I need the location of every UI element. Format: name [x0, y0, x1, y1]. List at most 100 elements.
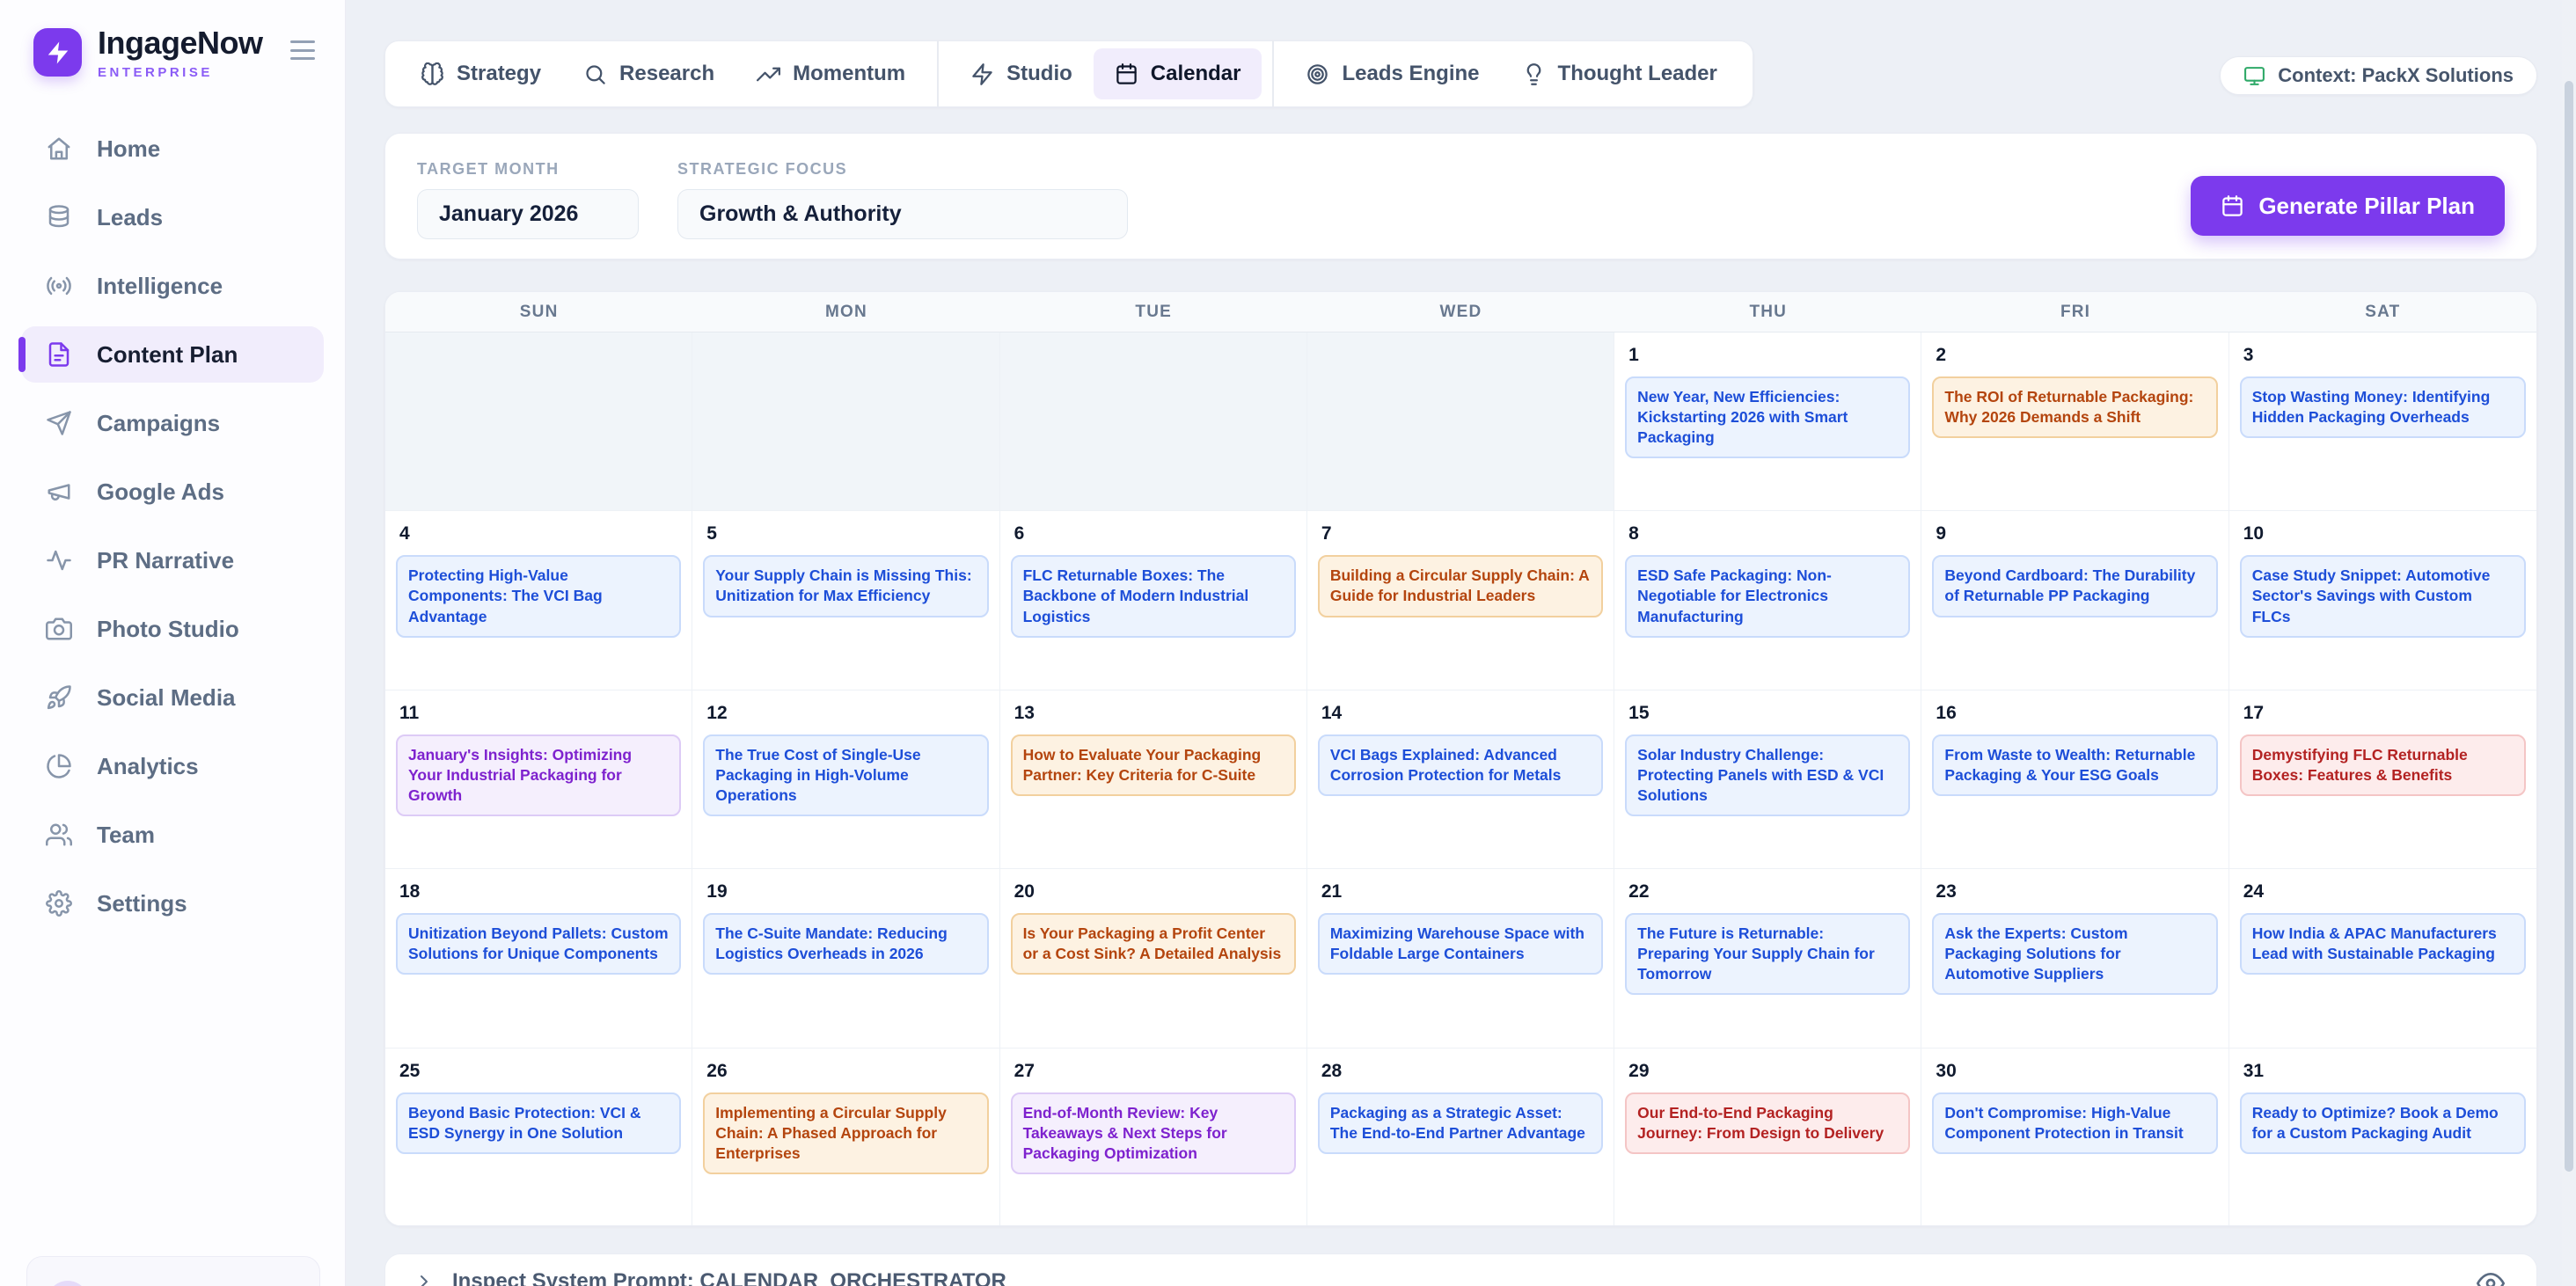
calendar-event[interactable]: Implementing a Circular Supply Chain: A …	[703, 1092, 988, 1174]
calendar-day-cell-13[interactable]: 13How to Evaluate Your Packaging Partner…	[1000, 690, 1307, 869]
sidebar-item-social-media[interactable]: Social Media	[21, 669, 324, 726]
tab-leads-engine[interactable]: Leads Engine	[1284, 48, 1500, 99]
sidebar-item-settings[interactable]: Settings	[21, 875, 324, 932]
tab-strategy[interactable]: Strategy	[399, 48, 562, 99]
user-card[interactable]: User	[26, 1256, 320, 1286]
brand-name: IngageNow	[98, 25, 263, 62]
calendar-day-cell-19[interactable]: 19The C-Suite Mandate: Reducing Logistic…	[692, 869, 999, 1048]
generate-pillar-plan-button[interactable]: Generate Pillar Plan	[2191, 176, 2505, 236]
calendar-day-cell-6[interactable]: 6 FLC Returnable Boxes: The Backbone of M…	[1000, 511, 1307, 690]
sidebar-item-home[interactable]: Home	[21, 121, 324, 177]
calendar-event[interactable]: Protecting High-Value Components: The VC…	[396, 555, 681, 637]
calendar-day-cell-14[interactable]: 14VCI Bags Explained: Advanced Corrosion…	[1307, 690, 1614, 869]
day-number: 16	[1936, 703, 2217, 724]
calendar-event[interactable]: End-of-Month Review: Key Takeaways & Nex…	[1011, 1092, 1296, 1174]
scrollbar-thumb[interactable]	[2565, 81, 2573, 1172]
scrollbar[interactable]	[2562, 0, 2576, 1286]
calendar-event[interactable]: Case Study Snippet: Automotive Sector's …	[2240, 555, 2526, 637]
target-month-input[interactable]	[417, 189, 639, 239]
calendar-day-cell-29[interactable]: 29Our End-to-End Packaging Journey: From…	[1614, 1049, 1921, 1226]
calendar-event[interactable]: Beyond Cardboard: The Durability of Retu…	[1932, 555, 2217, 617]
calendar-event[interactable]: Don't Compromise: High-Value Component P…	[1932, 1092, 2217, 1154]
calendar-day-cell-26[interactable]: 26Implementing a Circular Supply Chain: …	[692, 1049, 999, 1226]
calendar-day-cell-9[interactable]: 9Beyond Cardboard: The Durability of Ret…	[1921, 511, 2228, 690]
system-prompt-bar[interactable]: Inspect System Prompt: CALENDAR_ORCHESTR…	[384, 1253, 2537, 1286]
calendar-day-cell-12[interactable]: 12The True Cost of Single-Use Packaging …	[692, 690, 999, 869]
eye-icon[interactable]	[2477, 1269, 2505, 1286]
calendar-day-cell-25[interactable]: 25Beyond Basic Protection: VCI & ESD Syn…	[385, 1049, 692, 1226]
calendar-event[interactable]: FLC Returnable Boxes: The Backbone of Mo…	[1011, 555, 1296, 637]
tab-label: Leads Engine	[1342, 62, 1479, 86]
calendar-day-cell-8[interactable]: 8ESD Safe Packaging: Non-Negotiable for …	[1614, 511, 1921, 690]
calendar-day-cell-20[interactable]: 20Is Your Packaging a Profit Center or a…	[1000, 869, 1307, 1048]
sidebar-item-analytics[interactable]: Analytics	[21, 738, 324, 794]
calendar-event[interactable]: Ask the Experts: Custom Packaging Soluti…	[1932, 913, 2217, 995]
calendar-day-cell-11[interactable]: 11January's Insights: Optimizing Your In…	[385, 690, 692, 869]
calendar-event[interactable]: Maximizing Warehouse Space with Foldable…	[1318, 913, 1603, 975]
calendar-day-cell-2[interactable]: 2The ROI of Returnable Packaging: Why 20…	[1921, 332, 2228, 511]
calendar-day-cell-1[interactable]: 1New Year, New Efficiencies: Kickstartin…	[1614, 332, 1921, 511]
strategic-focus-input[interactable]	[677, 189, 1128, 239]
calendar-day-cell-18[interactable]: 18Unitization Beyond Pallets: Custom Sol…	[385, 869, 692, 1048]
calendar-day-cell-22[interactable]: 22The Future is Returnable: Preparing Yo…	[1614, 869, 1921, 1048]
camera-icon	[46, 616, 72, 642]
brain-icon	[421, 62, 444, 86]
sidebar-item-team[interactable]: Team	[21, 807, 324, 863]
tab-thought-leader[interactable]: Thought Leader	[1501, 48, 1738, 99]
calendar-event[interactable]: Beyond Basic Protection: VCI & ESD Syner…	[396, 1092, 681, 1154]
calendar-event[interactable]: The ROI of Returnable Packaging: Why 202…	[1932, 376, 2217, 438]
sidebar-item-leads[interactable]: Leads	[21, 189, 324, 245]
tab-label: Thought Leader	[1558, 62, 1717, 86]
calendar-day-cell-7[interactable]: 7Building a Circular Supply Chain: A Gui…	[1307, 511, 1614, 690]
calendar-day-cell-17[interactable]: 17Demystifying FLC Returnable Boxes: Fea…	[2229, 690, 2536, 869]
calendar-event[interactable]: How India & APAC Manufacturers Lead with…	[2240, 913, 2526, 975]
calendar-event[interactable]: Our End-to-End Packaging Journey: From D…	[1625, 1092, 1910, 1154]
calendar-event[interactable]: Your Supply Chain is Missing This: Uniti…	[703, 555, 988, 617]
tab-research[interactable]: Research	[562, 48, 735, 99]
calendar-event[interactable]: From Waste to Wealth: Returnable Packagi…	[1932, 734, 2217, 796]
calendar-day-cell-16[interactable]: 16 From Waste to Wealth: Returnable Packa…	[1921, 690, 2228, 869]
tab-momentum[interactable]: Momentum	[735, 48, 926, 99]
sidebar-item-photo-studio[interactable]: Photo Studio	[21, 601, 324, 657]
calendar-event[interactable]: How to Evaluate Your Packaging Partner: …	[1011, 734, 1296, 796]
calendar-event[interactable]: Building a Circular Supply Chain: A Guid…	[1318, 555, 1603, 617]
calendar-day-cell-21[interactable]: 21Maximizing Warehouse Space with Foldab…	[1307, 869, 1614, 1048]
calendar-day-cell-5[interactable]: 5Your Supply Chain is Missing This: Unit…	[692, 511, 999, 690]
calendar-event[interactable]: VCI Bags Explained: Advanced Corrosion P…	[1318, 734, 1603, 796]
calendar-event[interactable]: The C-Suite Mandate: Reducing Logistics …	[703, 913, 988, 975]
calendar-day-cell-28[interactable]: 28Packaging as a Strategic Asset: The En…	[1307, 1049, 1614, 1226]
calendar-day-cell-3[interactable]: 3Stop Wasting Money: Identifying Hidden …	[2229, 332, 2536, 511]
calendar-event[interactable]: January's Insights: Optimizing Your Indu…	[396, 734, 681, 816]
monitor-icon	[2243, 65, 2265, 87]
sidebar-collapse-button[interactable]	[290, 40, 315, 60]
tab-studio[interactable]: Studio	[949, 48, 1094, 99]
calendar-day-cell-24[interactable]: 24How India & APAC Manufacturers Lead wi…	[2229, 869, 2536, 1048]
calendar-day-cell-23[interactable]: 23Ask the Experts: Custom Packaging Solu…	[1921, 869, 2228, 1048]
calendar-event[interactable]: The True Cost of Single-Use Packaging in…	[703, 734, 988, 816]
calendar-event[interactable]: Unitization Beyond Pallets: Custom Solut…	[396, 913, 681, 975]
calendar-day-cell-15[interactable]: 15Solar Industry Challenge: Protecting P…	[1614, 690, 1921, 869]
calendar-day-cell-27[interactable]: 27End-of-Month Review: Key Takeaways & N…	[1000, 1049, 1307, 1226]
calendar-day-cell-10[interactable]: 10Case Study Snippet: Automotive Sector'…	[2229, 511, 2536, 690]
sidebar-item-pr-narrative[interactable]: PR Narrative	[21, 532, 324, 588]
calendar-day-cell-4[interactable]: 4Protecting High-Value Components: The V…	[385, 511, 692, 690]
calendar-day-cell-30[interactable]: 30Don't Compromise: High-Value Component…	[1921, 1049, 2228, 1226]
calendar-event[interactable]: Packaging as a Strategic Asset: The End-…	[1318, 1092, 1603, 1154]
calendar-event[interactable]: Stop Wasting Money: Identifying Hidden P…	[2240, 376, 2526, 438]
calendar-event[interactable]: The Future is Returnable: Preparing Your…	[1625, 913, 1910, 995]
calendar-day-cell-31[interactable]: 31Ready to Optimize? Book a Demo for a C…	[2229, 1049, 2536, 1226]
tab-calendar[interactable]: Calendar	[1094, 48, 1262, 99]
sidebar-item-content-plan[interactable]: Content Plan	[21, 326, 324, 383]
sidebar-item-intelligence[interactable]: Intelligence	[21, 258, 324, 314]
calendar-event[interactable]: Demystifying FLC Returnable Boxes: Featu…	[2240, 734, 2526, 796]
calendar-event[interactable]: New Year, New Efficiencies: Kickstarting…	[1625, 376, 1910, 458]
day-number: 6	[1014, 523, 1296, 544]
calendar-event[interactable]: ESD Safe Packaging: Non-Negotiable for E…	[1625, 555, 1910, 637]
context-badge[interactable]: Context: PackX Solutions	[2220, 56, 2537, 95]
calendar-event[interactable]: Ready to Optimize? Book a Demo for a Cus…	[2240, 1092, 2526, 1154]
sidebar-item-campaigns[interactable]: Campaigns	[21, 395, 324, 451]
gear-icon	[46, 890, 72, 917]
sidebar-item-google-ads[interactable]: Google Ads	[21, 464, 324, 520]
calendar-event[interactable]: Solar Industry Challenge: Protecting Pan…	[1625, 734, 1910, 816]
calendar-event[interactable]: Is Your Packaging a Profit Center or a C…	[1011, 913, 1296, 975]
